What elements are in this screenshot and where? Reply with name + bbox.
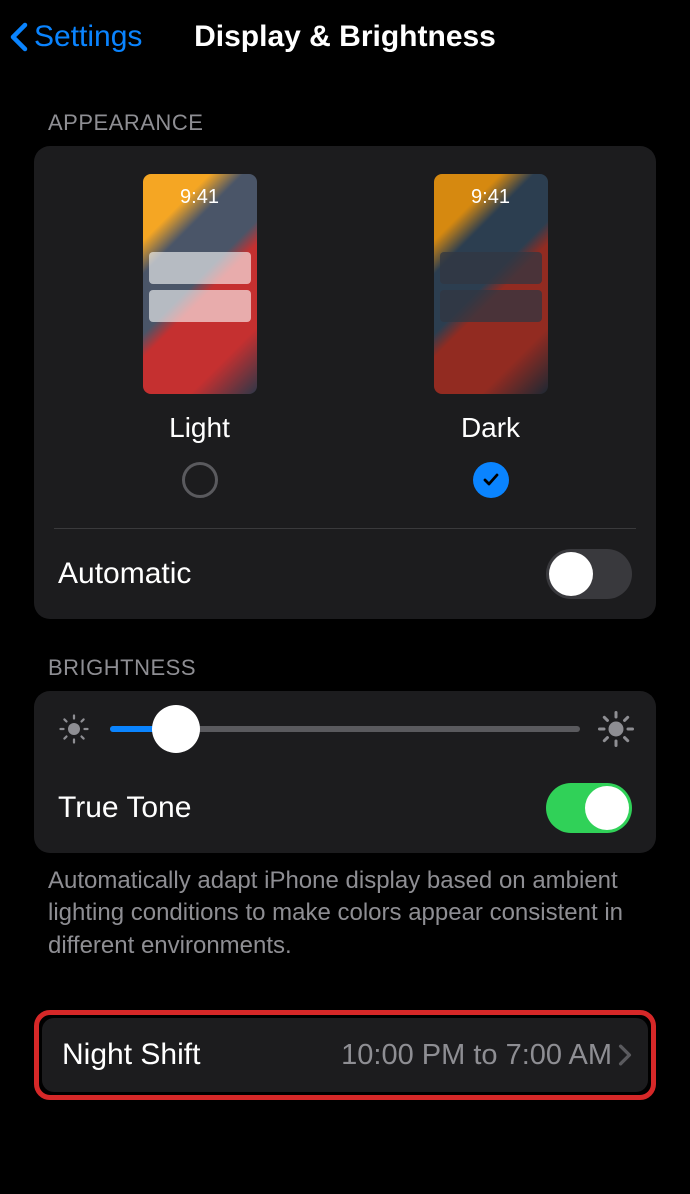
appearance-card: 9:41 Light 9:41 Dark Automatic: [34, 146, 656, 619]
night-shift-row[interactable]: Night Shift 10:00 PM to 7:00 AM: [42, 1018, 648, 1092]
slider-thumb[interactable]: [152, 705, 200, 753]
page-title: Display & Brightness: [194, 20, 496, 54]
appearance-option-dark[interactable]: 9:41 Dark: [434, 174, 548, 498]
dark-radio[interactable]: [473, 462, 509, 498]
automatic-label: Automatic: [58, 557, 191, 591]
brightness-card: True Tone: [34, 691, 656, 853]
light-preview: 9:41: [143, 174, 257, 394]
dark-preview: 9:41: [434, 174, 548, 394]
sun-dim-icon: [56, 711, 92, 747]
preview-widget: [440, 290, 542, 322]
brightness-slider[interactable]: [110, 726, 580, 732]
toggle-knob: [585, 786, 629, 830]
brightness-section-label: BRIGHTNESS: [0, 619, 690, 691]
night-shift-highlight: Night Shift 10:00 PM to 7:00 AM: [34, 1010, 656, 1100]
light-radio[interactable]: [182, 462, 218, 498]
automatic-row: Automatic: [34, 529, 656, 619]
preview-time: 9:41: [180, 186, 219, 209]
toggle-knob: [549, 552, 593, 596]
chevron-left-icon: [10, 22, 28, 52]
chevron-right-icon: [618, 1044, 632, 1066]
night-shift-label: Night Shift: [62, 1038, 200, 1072]
preview-widget: [440, 252, 542, 284]
automatic-toggle[interactable]: [546, 549, 632, 599]
light-label: Light: [169, 412, 230, 444]
back-button[interactable]: Settings: [10, 20, 142, 54]
preview-time: 9:41: [471, 186, 510, 209]
appearance-option-light[interactable]: 9:41 Light: [143, 174, 257, 498]
sun-bright-icon: [598, 711, 634, 747]
preview-widget: [149, 290, 251, 322]
true-tone-description: Automatically adapt iPhone display based…: [0, 853, 690, 962]
true-tone-toggle[interactable]: [546, 783, 632, 833]
preview-widget: [149, 252, 251, 284]
brightness-slider-row: [34, 691, 656, 763]
appearance-options: 9:41 Light 9:41 Dark: [34, 146, 656, 518]
checkmark-icon: [481, 470, 501, 490]
true-tone-label: True Tone: [58, 791, 191, 825]
true-tone-row: True Tone: [34, 763, 656, 853]
appearance-section-label: APPEARANCE: [0, 74, 690, 146]
header: Settings Display & Brightness: [0, 0, 690, 74]
dark-label: Dark: [461, 412, 520, 444]
night-shift-value: 10:00 PM to 7:00 AM: [341, 1039, 612, 1072]
back-label: Settings: [34, 20, 142, 54]
